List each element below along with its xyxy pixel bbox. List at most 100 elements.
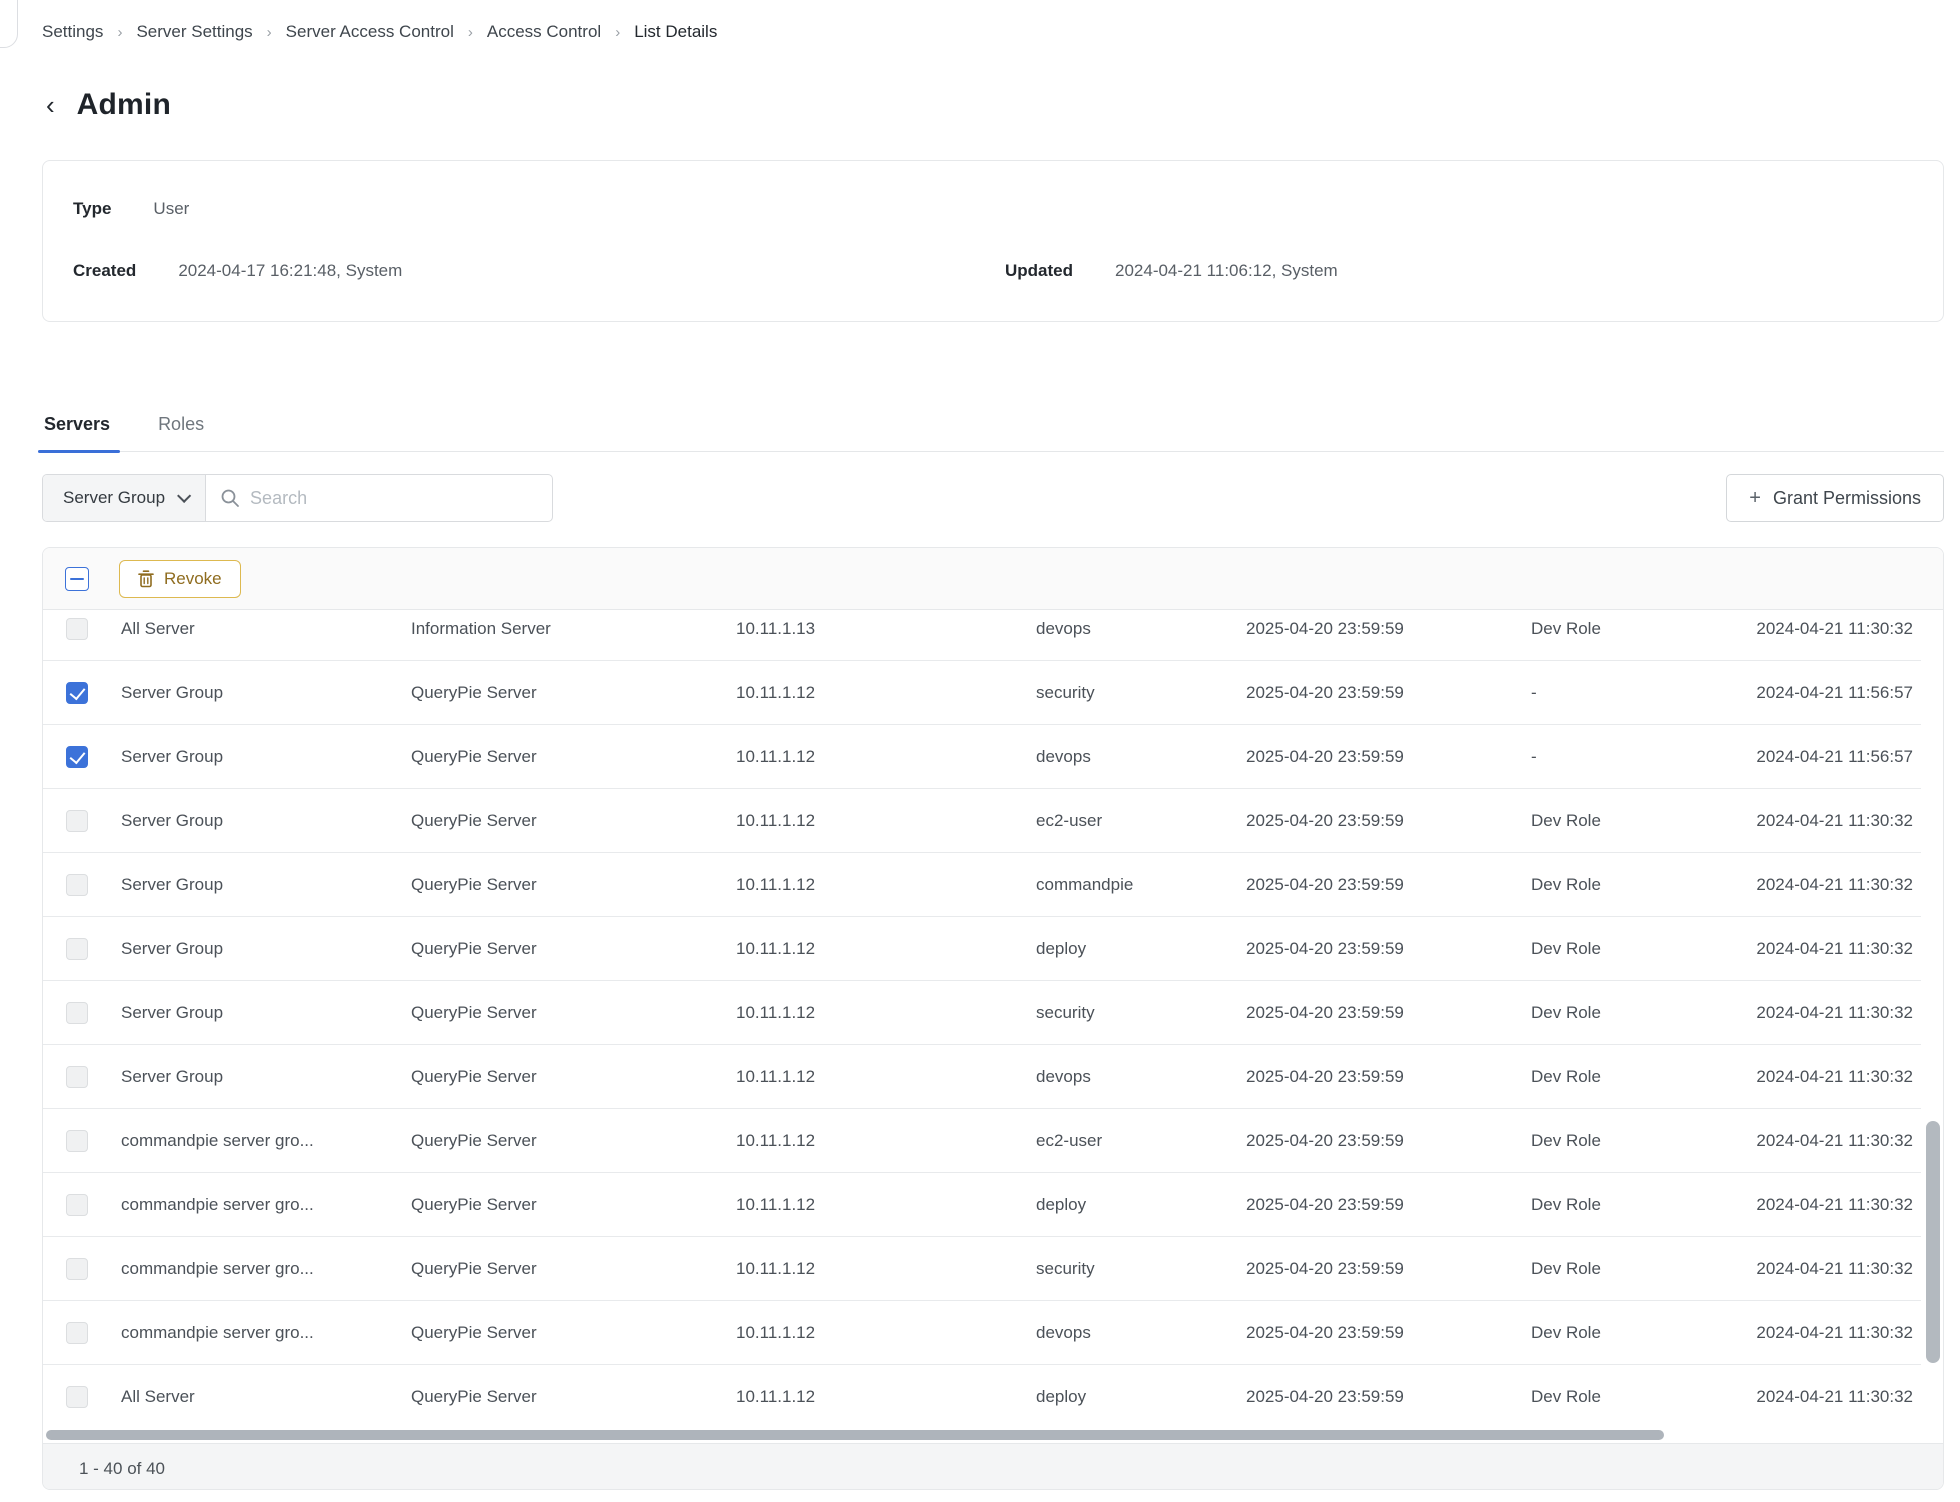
plus-icon: + bbox=[1749, 488, 1761, 508]
search-category-select[interactable]: Server Group bbox=[43, 475, 206, 521]
search-input[interactable] bbox=[250, 488, 538, 509]
cell-role: Dev Role bbox=[1516, 1003, 1726, 1023]
breadcrumb-item-list-details: List Details bbox=[634, 22, 717, 42]
cell-expiry: 2025-04-20 23:59:59 bbox=[1231, 811, 1516, 831]
page: Settings › Server Settings › Server Acce… bbox=[0, 0, 1960, 1502]
row-checkbox[interactable] bbox=[66, 1386, 88, 1408]
cell-expiry: 2025-04-20 23:59:59 bbox=[1231, 747, 1516, 767]
table-row[interactable]: commandpie server gro...QueryPie Server1… bbox=[43, 1237, 1921, 1301]
cell-account: security bbox=[1021, 1003, 1231, 1023]
updated-field: Updated 2024-04-21 11:06:12, System bbox=[993, 261, 1913, 281]
breadcrumb-item-access-control[interactable]: Access Control bbox=[487, 22, 601, 42]
cell-role: Dev Role bbox=[1516, 1323, 1726, 1343]
row-checkbox[interactable] bbox=[66, 810, 88, 832]
back-button[interactable]: ‹ bbox=[42, 90, 59, 120]
row-checkbox-cell bbox=[43, 1258, 111, 1280]
cell-ip: 10.11.1.12 bbox=[721, 1067, 1021, 1087]
cell-account: devops bbox=[1021, 1067, 1231, 1087]
cell-expiry: 2025-04-20 23:59:59 bbox=[1231, 1195, 1516, 1215]
cell-granted: 2024-04-21 11:30:32 bbox=[1726, 619, 1921, 639]
vertical-scrollbar[interactable] bbox=[1926, 1121, 1940, 1363]
breadcrumb-separator-icon: › bbox=[267, 24, 272, 41]
table-row[interactable]: All ServerQueryPie Server10.11.1.12deplo… bbox=[43, 1365, 1921, 1428]
row-checkbox-cell bbox=[43, 746, 111, 768]
row-checkbox-cell bbox=[43, 810, 111, 832]
cell-server: QueryPie Server bbox=[396, 1131, 721, 1151]
cell-name: Server Group bbox=[111, 1067, 396, 1087]
cell-server: QueryPie Server bbox=[396, 1195, 721, 1215]
table-row[interactable]: Server GroupQueryPie Server10.11.1.12dev… bbox=[43, 1045, 1921, 1109]
row-checkbox[interactable] bbox=[66, 746, 88, 768]
breadcrumb-item-server-settings[interactable]: Server Settings bbox=[136, 22, 252, 42]
cell-granted: 2024-04-21 11:30:32 bbox=[1726, 1259, 1921, 1279]
table-row[interactable]: Server GroupQueryPie Server10.11.1.12ec2… bbox=[43, 789, 1921, 853]
row-checkbox[interactable] bbox=[66, 618, 88, 640]
search-box bbox=[206, 475, 552, 521]
table-row[interactable]: commandpie server gro...QueryPie Server1… bbox=[43, 1109, 1921, 1173]
breadcrumb-item-settings[interactable]: Settings bbox=[42, 22, 103, 42]
table-row[interactable]: Server GroupQueryPie Server10.11.1.12sec… bbox=[43, 661, 1921, 725]
row-checkbox[interactable] bbox=[66, 1194, 88, 1216]
row-checkbox-cell bbox=[43, 1066, 111, 1088]
row-checkbox[interactable] bbox=[66, 682, 88, 704]
cell-role: Dev Role bbox=[1516, 939, 1726, 959]
cell-ip: 10.11.1.12 bbox=[721, 811, 1021, 831]
cell-granted: 2024-04-21 11:30:32 bbox=[1726, 1003, 1921, 1023]
row-checkbox[interactable] bbox=[66, 1258, 88, 1280]
cell-name: All Server bbox=[111, 619, 396, 639]
cell-role: - bbox=[1516, 683, 1726, 703]
cell-ip: 10.11.1.12 bbox=[721, 1259, 1021, 1279]
cell-expiry: 2025-04-20 23:59:59 bbox=[1231, 1259, 1516, 1279]
cell-ip: 10.11.1.12 bbox=[721, 1323, 1021, 1343]
table-row[interactable]: Server GroupQueryPie Server10.11.1.12com… bbox=[43, 853, 1921, 917]
row-checkbox-cell bbox=[43, 1322, 111, 1344]
cell-role: Dev Role bbox=[1516, 811, 1726, 831]
cell-role: Dev Role bbox=[1516, 1195, 1726, 1215]
row-checkbox[interactable] bbox=[66, 1066, 88, 1088]
permissions-table: Revoke All ServerInformation Server10.11… bbox=[42, 547, 1944, 1490]
table-row[interactable]: Server GroupQueryPie Server10.11.1.12dep… bbox=[43, 917, 1921, 981]
row-checkbox-cell bbox=[43, 1194, 111, 1216]
table-row[interactable]: Server GroupQueryPie Server10.11.1.12dev… bbox=[43, 725, 1921, 789]
created-value: 2024-04-17 16:21:48, System bbox=[178, 261, 402, 281]
cell-expiry: 2025-04-20 23:59:59 bbox=[1231, 1323, 1516, 1343]
cell-role: Dev Role bbox=[1516, 619, 1726, 639]
table-row[interactable]: commandpie server gro...QueryPie Server1… bbox=[43, 1173, 1921, 1237]
cell-name: commandpie server gro... bbox=[111, 1131, 396, 1151]
breadcrumb-item-server-access-control[interactable]: Server Access Control bbox=[286, 22, 454, 42]
cell-granted: 2024-04-21 11:30:32 bbox=[1726, 1323, 1921, 1343]
tab-roles[interactable]: Roles bbox=[156, 406, 206, 451]
table-row[interactable]: commandpie server gro...QueryPie Server1… bbox=[43, 1301, 1921, 1365]
table-row[interactable]: All ServerInformation Server10.11.1.13de… bbox=[43, 610, 1921, 661]
revoke-label: Revoke bbox=[164, 569, 222, 589]
row-checkbox[interactable] bbox=[66, 1322, 88, 1344]
cell-name: All Server bbox=[111, 1387, 396, 1407]
cell-ip: 10.11.1.12 bbox=[721, 875, 1021, 895]
cell-server: QueryPie Server bbox=[396, 875, 721, 895]
table-row[interactable]: Server GroupQueryPie Server10.11.1.12sec… bbox=[43, 981, 1921, 1045]
table-body: All ServerInformation Server10.11.1.13de… bbox=[43, 610, 1943, 1428]
row-checkbox[interactable] bbox=[66, 874, 88, 896]
cell-ip: 10.11.1.12 bbox=[721, 747, 1021, 767]
row-checkbox-cell bbox=[43, 1386, 111, 1408]
tab-servers[interactable]: Servers bbox=[42, 406, 112, 451]
updated-value: 2024-04-21 11:06:12, System bbox=[1115, 261, 1338, 281]
cell-account: devops bbox=[1021, 747, 1231, 767]
cell-account: deploy bbox=[1021, 1195, 1231, 1215]
filter-toolbar: Server Group + Grant Permissions bbox=[42, 474, 1944, 522]
horizontal-scrollbar[interactable] bbox=[46, 1430, 1664, 1440]
cell-role: - bbox=[1516, 747, 1726, 767]
cell-server: QueryPie Server bbox=[396, 1259, 721, 1279]
breadcrumb-separator-icon: › bbox=[468, 24, 473, 41]
cell-server: QueryPie Server bbox=[396, 939, 721, 959]
row-checkbox[interactable] bbox=[66, 938, 88, 960]
row-checkbox-cell bbox=[43, 938, 111, 960]
row-checkbox[interactable] bbox=[66, 1130, 88, 1152]
select-all-checkbox[interactable] bbox=[65, 567, 89, 591]
revoke-button[interactable]: Revoke bbox=[119, 560, 241, 598]
updated-label: Updated bbox=[1005, 261, 1073, 281]
row-checkbox[interactable] bbox=[66, 1002, 88, 1024]
grant-permissions-button[interactable]: + Grant Permissions bbox=[1726, 474, 1944, 522]
row-checkbox-cell bbox=[43, 618, 111, 640]
cell-account: deploy bbox=[1021, 939, 1231, 959]
